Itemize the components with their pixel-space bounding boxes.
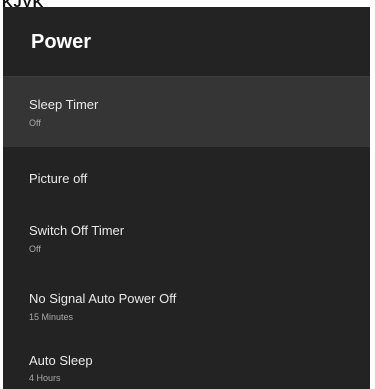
menu-item-label: Sleep Timer [29,97,99,112]
menu-item-no-signal-auto-power-off[interactable]: No Signal Auto Power Off 15 Minutes [3,275,370,345]
panel-title: Power [31,31,92,53]
menu-item-value: 15 Minutes [29,312,74,322]
menu-item-auto-sleep[interactable]: Auto Sleep 4 Hours [3,337,370,389]
menu-item-label: No Signal Auto Power Off [29,291,177,306]
menu-item-label: Auto Sleep [29,353,93,368]
menu-item-switch-off-timer[interactable]: Switch Off Timer Off [3,207,370,277]
screen: KJVK Power Sleep Timer Off Picture off S… [0,0,375,389]
menu-item-label: Switch Off Timer [29,223,125,238]
menu-item-label: Picture off [29,171,88,186]
menu-item-value: Off [29,118,41,128]
power-settings-panel: Power Sleep Timer Off Picture off Switch… [3,7,370,389]
menu-item-sleep-timer[interactable]: Sleep Timer Off [3,77,370,147]
menu-item-value: 4 Hours [29,373,61,383]
menu-item-value: Off [29,244,41,254]
